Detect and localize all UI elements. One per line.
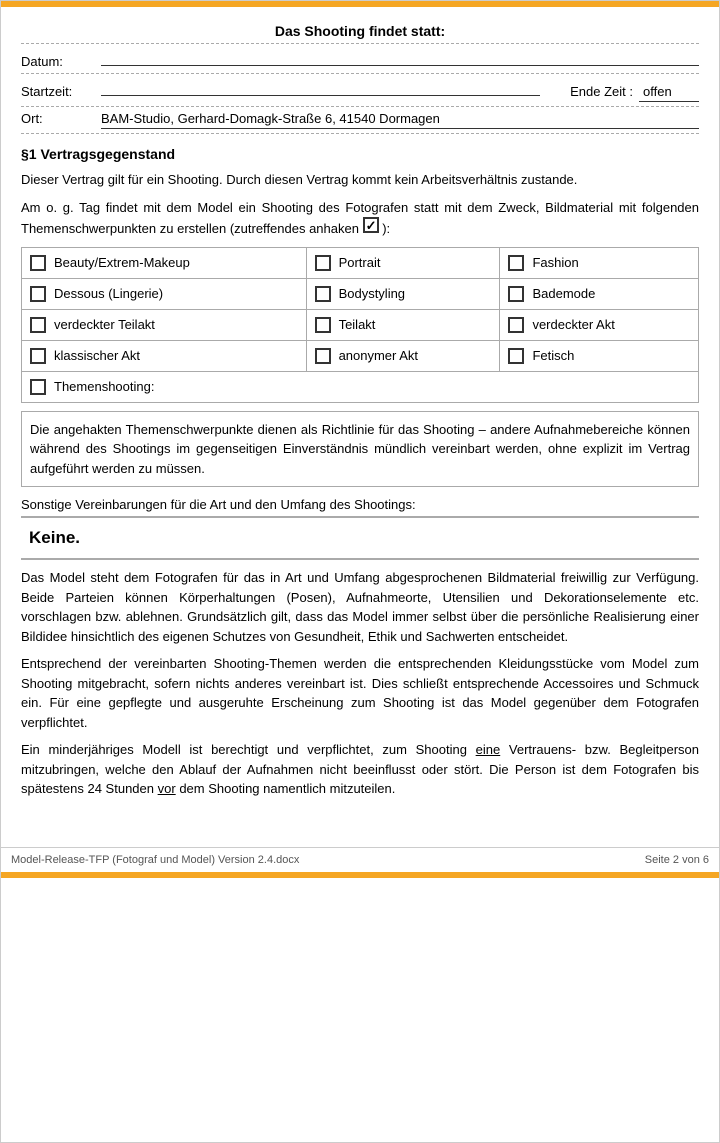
header-title: Das Shooting findet statt: bbox=[21, 17, 699, 44]
label-fetisch: Fetisch bbox=[532, 348, 574, 363]
checked-box-icon bbox=[363, 217, 379, 233]
checkbox-dessous[interactable] bbox=[30, 286, 46, 302]
ort-label: Ort: bbox=[21, 111, 101, 126]
endzeit-value: offen bbox=[639, 84, 699, 102]
checkbox-portrait[interactable] bbox=[315, 255, 331, 271]
table-cell: Bademode bbox=[500, 278, 699, 309]
endzeit-group: Ende Zeit : offen bbox=[570, 84, 699, 102]
section1-title: §1 Vertragsgegenstand bbox=[21, 146, 699, 162]
footer-right: Seite 2 von 6 bbox=[645, 854, 709, 866]
p3-underline2: vor bbox=[158, 781, 176, 796]
long-paragraph-2: Entsprechend der vereinbarten Shooting-T… bbox=[21, 654, 699, 732]
label-beauty: Beauty/Extrem-Makeup bbox=[54, 255, 190, 270]
startzeit-value bbox=[101, 78, 540, 96]
checkbox-verdeckter-teilakt[interactable] bbox=[30, 317, 46, 333]
ort-row: Ort: BAM-Studio, Gerhard-Domagk-Straße 6… bbox=[21, 107, 699, 134]
label-anonymer-akt: anonymer Akt bbox=[339, 348, 419, 363]
table-row: Beauty/Extrem-Makeup Portrait Fashion bbox=[22, 247, 699, 278]
para2-text-end: ): bbox=[382, 221, 390, 236]
checkbox-themenshooting[interactable] bbox=[30, 379, 46, 395]
p3-start: Ein minderjähriges Modell ist berechtigt… bbox=[21, 742, 467, 757]
p3-end: dem Shooting namentlich mitzuteilen. bbox=[179, 781, 395, 796]
keine-box: Keine. bbox=[21, 516, 699, 560]
paragraph-1: Dieser Vertrag gilt für ein Shooting. Du… bbox=[21, 170, 699, 190]
checkbox-table: Beauty/Extrem-Makeup Portrait Fashion bbox=[21, 247, 699, 403]
datum-label: Datum: bbox=[21, 54, 101, 69]
datum-row: Datum: bbox=[21, 44, 699, 74]
note-box: Die angehakten Themenschwerpunkte dienen… bbox=[21, 411, 699, 488]
table-cell: Bodystyling bbox=[306, 278, 500, 309]
checked-box-annotation bbox=[363, 217, 379, 233]
orange-bottom-bar bbox=[1, 872, 719, 878]
footer-left: Model-Release-TFP (Fotograf und Model) V… bbox=[11, 854, 299, 866]
footer: Model-Release-TFP (Fotograf und Model) V… bbox=[1, 847, 719, 872]
long-paragraph-3: Ein minderjähriges Modell ist berechtigt… bbox=[21, 740, 699, 799]
sonstige-section: Sonstige Vereinbarungen für die Art und … bbox=[21, 497, 699, 512]
checkbox-fetisch[interactable] bbox=[508, 348, 524, 364]
table-cell: klassischer Akt bbox=[22, 340, 307, 371]
label-bodystyling: Bodystyling bbox=[339, 286, 405, 301]
checkbox-bademode[interactable] bbox=[508, 286, 524, 302]
table-row: Dessous (Lingerie) Bodystyling Bademode bbox=[22, 278, 699, 309]
table-cell: Teilakt bbox=[306, 309, 500, 340]
label-themenshooting: Themenshooting: bbox=[54, 379, 154, 394]
startzeit-row: Startzeit: Ende Zeit : offen bbox=[21, 74, 699, 107]
endzeit-label: Ende Zeit : bbox=[570, 84, 633, 99]
checkbox-verdeckter-akt[interactable] bbox=[508, 317, 524, 333]
themenshooting-cell: Themenshooting: bbox=[22, 371, 699, 402]
checkbox-klassischer-akt[interactable] bbox=[30, 348, 46, 364]
checkbox-beauty[interactable] bbox=[30, 255, 46, 271]
label-klassischer-akt: klassischer Akt bbox=[54, 348, 140, 363]
table-cell: Fashion bbox=[500, 247, 699, 278]
ort-value: BAM-Studio, Gerhard-Domagk-Straße 6, 415… bbox=[101, 111, 699, 129]
table-row: klassischer Akt anonymer Akt Fetisch bbox=[22, 340, 699, 371]
label-bademode: Bademode bbox=[532, 286, 595, 301]
table-row: verdeckter Teilakt Teilakt verdeckter Ak… bbox=[22, 309, 699, 340]
table-cell: verdeckter Teilakt bbox=[22, 309, 307, 340]
checkbox-fashion[interactable] bbox=[508, 255, 524, 271]
table-cell: Beauty/Extrem-Makeup bbox=[22, 247, 307, 278]
page: Das Shooting findet statt: Datum: Startz… bbox=[0, 0, 720, 1143]
label-portrait: Portrait bbox=[339, 255, 381, 270]
table-cell: verdeckter Akt bbox=[500, 309, 699, 340]
checkbox-anonymer-akt[interactable] bbox=[315, 348, 331, 364]
paragraph-2: Am o. g. Tag findet mit dem Model ein Sh… bbox=[21, 198, 699, 239]
table-cell: anonymer Akt bbox=[306, 340, 500, 371]
table-cell: Dessous (Lingerie) bbox=[22, 278, 307, 309]
sonstige-label: Sonstige Vereinbarungen für die Art und … bbox=[21, 497, 416, 512]
label-dessous: Dessous (Lingerie) bbox=[54, 286, 163, 301]
table-cell: Portrait bbox=[306, 247, 500, 278]
checkbox-bodystyling[interactable] bbox=[315, 286, 331, 302]
note-text: Die angehakten Themenschwerpunkte dienen… bbox=[30, 420, 690, 479]
themenshooting-row: Themenshooting: bbox=[22, 371, 699, 402]
table-cell: Fetisch bbox=[500, 340, 699, 371]
label-fashion: Fashion bbox=[532, 255, 578, 270]
startzeit-label: Startzeit: bbox=[21, 84, 101, 99]
label-teilakt: Teilakt bbox=[339, 317, 376, 332]
label-verdeckter-teilakt: verdeckter Teilakt bbox=[54, 317, 155, 332]
datum-value bbox=[101, 48, 699, 66]
p3-underline1: eine bbox=[476, 742, 501, 757]
para2-text-start: Am o. g. Tag findet mit dem Model ein Sh… bbox=[21, 200, 699, 237]
keine-text: Keine. bbox=[29, 528, 80, 547]
checkbox-teilakt[interactable] bbox=[315, 317, 331, 333]
long-paragraph-1: Das Model steht dem Fotografen für das i… bbox=[21, 568, 699, 646]
label-verdeckter-akt: verdeckter Akt bbox=[532, 317, 614, 332]
